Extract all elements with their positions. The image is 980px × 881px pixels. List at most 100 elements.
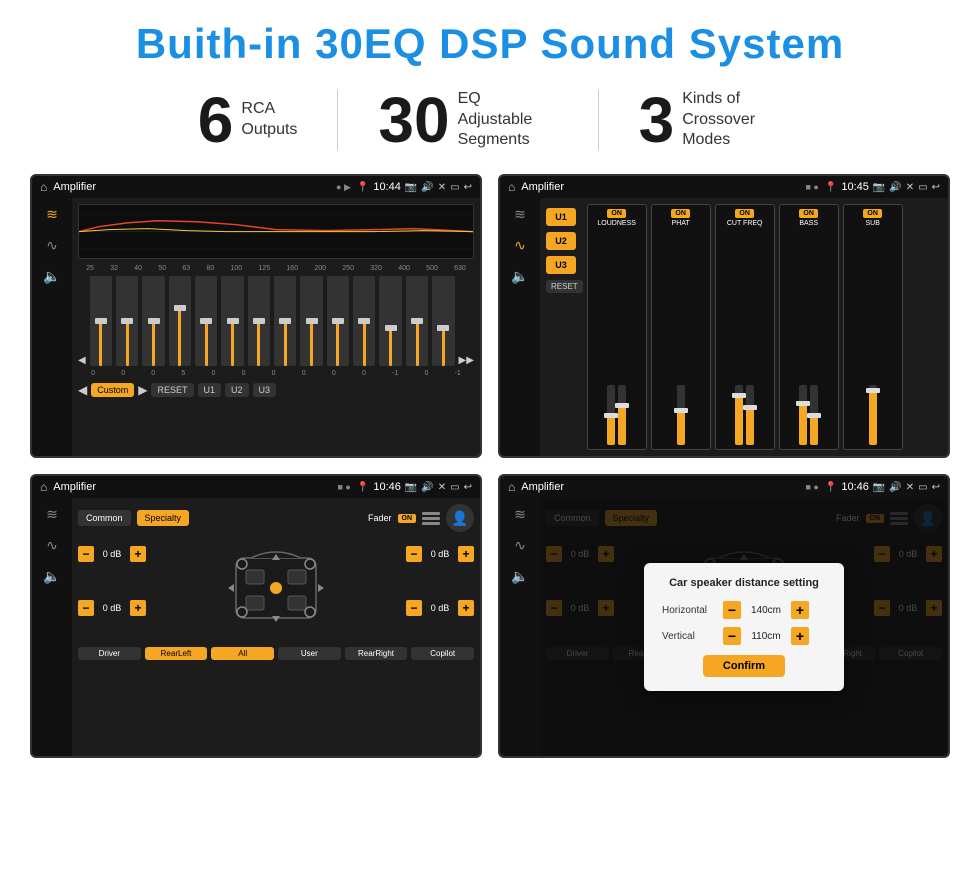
crossover-back-icon[interactable]: ↩: [932, 182, 940, 193]
dialog-vertical-minus[interactable]: −: [723, 627, 741, 645]
fader-dialog-screen-wrapper: ⌂ Amplifier ■ ● 📍 10:46 📷 🔊 ✕ ▭ ↩: [498, 474, 950, 758]
eq-u3-btn[interactable]: U3: [253, 383, 277, 397]
eq-u2-btn[interactable]: U2: [225, 383, 249, 397]
eq-sidebar-eq-icon[interactable]: ≋: [46, 206, 58, 223]
crossover-u3-btn[interactable]: U3: [546, 256, 576, 274]
crossover-bass-slider1[interactable]: [799, 385, 807, 445]
eq-screen-wrapper: ⌂ Amplifier ● ▶ 📍 10:44 📷 🔊 ✕ ▭ ↩: [30, 174, 482, 458]
eq-slider-1[interactable]: [90, 276, 112, 366]
crossover-cutfreq-panel: ON CUT FREQ: [715, 204, 775, 450]
eq-slider-8[interactable]: [274, 276, 296, 366]
crossover-cutfreq-toggle[interactable]: ON: [735, 209, 754, 218]
crossover-sidebar-speaker-icon[interactable]: 🔈: [511, 268, 528, 285]
crossover-sub-sliders: [869, 231, 877, 445]
fader-all-btn[interactable]: All: [211, 647, 274, 660]
fader-db3-minus[interactable]: −: [406, 546, 422, 562]
fader-home-icon[interactable]: ⌂: [40, 480, 47, 494]
fader-dialog-left-sidebar: ≋ ∿ 🔈: [500, 498, 540, 756]
crossover-phat-toggle[interactable]: ON: [671, 209, 690, 218]
fader-dialog-rect-icon: ▭: [918, 482, 927, 493]
fader-dialog-sidebar-wave-icon[interactable]: ∿: [514, 537, 526, 554]
eq-custom-btn[interactable]: Custom: [91, 383, 134, 397]
fader-db2-plus[interactable]: +: [130, 600, 146, 616]
eq-bottom-controls: ◀ Custom ▶ RESET U1 U2 U3: [78, 383, 474, 397]
fader-sidebar-wave-icon[interactable]: ∿: [46, 537, 58, 554]
crossover-bass-slider2[interactable]: [810, 385, 818, 445]
eq-slider-6[interactable]: [221, 276, 243, 366]
eq-play-next[interactable]: ▶: [138, 383, 147, 397]
fader-dialog-screen: ⌂ Amplifier ■ ● 📍 10:46 📷 🔊 ✕ ▭ ↩: [500, 476, 948, 756]
eq-sidebar-speaker-icon[interactable]: 🔈: [43, 268, 60, 285]
fader-db3-plus[interactable]: +: [458, 546, 474, 562]
crossover-u2-btn[interactable]: U2: [546, 232, 576, 250]
crossover-sub-toggle[interactable]: ON: [863, 209, 882, 218]
dialog-horizontal-plus[interactable]: +: [791, 601, 809, 619]
eq-slider-12[interactable]: [379, 276, 401, 366]
fader-db1-minus[interactable]: −: [78, 546, 94, 562]
fader-dialog-sidebar-eq-icon[interactable]: ≋: [514, 506, 526, 523]
eq-time: 10:44: [373, 181, 401, 193]
eq-home-icon[interactable]: ⌂: [40, 180, 47, 194]
crossover-cutfreq-slider2[interactable]: [746, 385, 754, 445]
crossover-home-icon[interactable]: ⌂: [508, 180, 515, 194]
fader-driver-btn[interactable]: Driver: [78, 647, 141, 660]
dialog-confirm-button[interactable]: Confirm: [703, 655, 785, 677]
eq-slider-5[interactable]: [195, 276, 217, 366]
eq-slider-14[interactable]: [432, 276, 454, 366]
crossover-u1-btn[interactable]: U1: [546, 208, 576, 226]
fader-on-toggle[interactable]: ON: [398, 514, 417, 523]
fader-db2-minus[interactable]: −: [78, 600, 94, 616]
crossover-phat-title: PHAT: [672, 220, 690, 227]
crossover-sidebar-wave-icon[interactable]: ∿: [514, 237, 526, 254]
eq-slider-9[interactable]: [300, 276, 322, 366]
crossover-location-icon: 📍: [825, 182, 837, 193]
fader-db4-plus[interactable]: +: [458, 600, 474, 616]
dialog-horizontal-minus[interactable]: −: [723, 601, 741, 619]
eq-slider-4[interactable]: [169, 276, 191, 366]
crossover-bass-toggle[interactable]: ON: [799, 209, 818, 218]
crossover-sub-slider[interactable]: [869, 385, 877, 445]
fader-back-icon[interactable]: ↩: [464, 482, 472, 493]
eq-reset-btn[interactable]: RESET: [151, 383, 193, 397]
eq-slider-10[interactable]: [327, 276, 349, 366]
fader-sidebar-speaker-icon[interactable]: 🔈: [43, 568, 60, 585]
fader-dialog-back-icon[interactable]: ↩: [932, 482, 940, 493]
crossover-cutfreq-slider1[interactable]: [735, 385, 743, 445]
fader-dialog-dot-icons: ■ ●: [806, 482, 819, 492]
crossover-main-content: U1 U2 U3 RESET ON LOUDNESS: [540, 198, 948, 456]
eq-prev-btn[interactable]: ◀: [78, 355, 86, 366]
crossover-phat-slider[interactable]: [677, 385, 685, 445]
crossover-sidebar-eq-icon[interactable]: ≋: [514, 206, 526, 223]
crossover-u-buttons: U1 U2 U3 RESET: [546, 204, 583, 450]
eq-back-icon[interactable]: ↩: [464, 182, 472, 193]
fader-dialog-sidebar-speaker-icon[interactable]: 🔈: [511, 568, 528, 585]
fader-common-tab[interactable]: Common: [78, 510, 131, 526]
eq-next-btn[interactable]: ▶▶: [459, 355, 474, 366]
fader-db1-plus[interactable]: +: [130, 546, 146, 562]
fader-dialog-cam-icon: 📷: [873, 482, 885, 493]
eq-sidebar-wave-icon[interactable]: ∿: [46, 237, 58, 254]
fader-sidebar-eq-icon[interactable]: ≋: [46, 506, 58, 523]
eq-slider-2[interactable]: [116, 276, 138, 366]
eq-play-prev[interactable]: ◀: [78, 383, 87, 397]
crossover-reset-btn[interactable]: RESET: [546, 280, 583, 293]
fader-db4-minus[interactable]: −: [406, 600, 422, 616]
fader-db3-value: 0 dB: [426, 549, 454, 559]
fader-copilot-btn[interactable]: Copilot: [411, 647, 474, 660]
eq-slider-7[interactable]: [248, 276, 270, 366]
fader-user-btn[interactable]: User: [278, 647, 341, 660]
fader-rearright-btn[interactable]: RearRight: [345, 647, 408, 660]
dialog-vertical-plus[interactable]: +: [791, 627, 809, 645]
fader-rearleft-btn[interactable]: RearLeft: [145, 647, 208, 660]
eq-vol-icon: 🔊: [421, 182, 433, 193]
eq-u1-btn[interactable]: U1: [198, 383, 222, 397]
eq-slider-13[interactable]: [406, 276, 428, 366]
eq-slider-11[interactable]: [353, 276, 375, 366]
fader-dialog-home-icon[interactable]: ⌂: [508, 480, 515, 494]
eq-slider-3[interactable]: [142, 276, 164, 366]
crossover-loudness-slider1[interactable]: [607, 385, 615, 445]
fader-specialty-tab[interactable]: Specialty: [137, 510, 190, 526]
crossover-loudness-toggle[interactable]: ON: [607, 209, 626, 218]
crossover-loudness-slider2[interactable]: [618, 385, 626, 445]
fader-avatar-btn[interactable]: 👤: [446, 504, 474, 532]
